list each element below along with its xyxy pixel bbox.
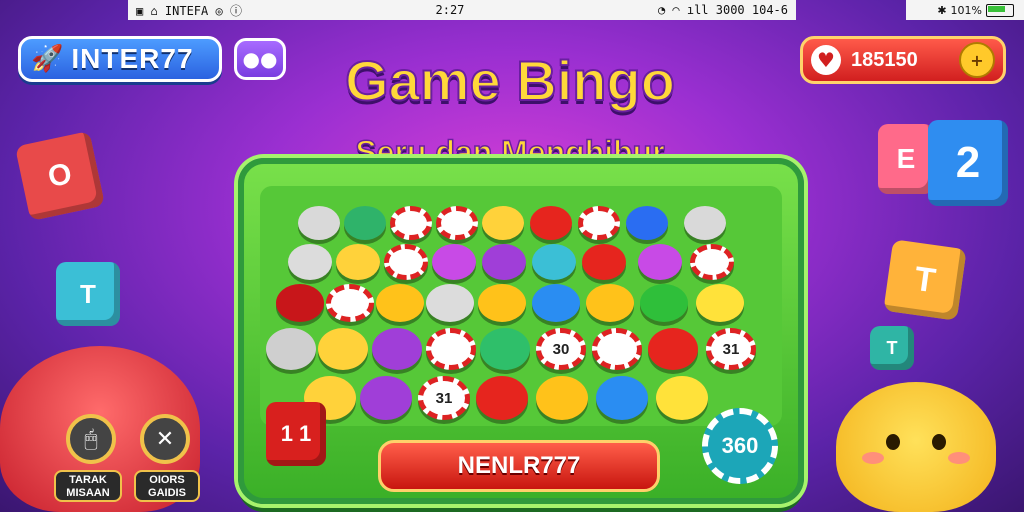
chip[interactable]: 30 [536, 328, 586, 370]
dice-left-mid: T [56, 262, 120, 326]
chip[interactable] [482, 244, 526, 280]
chip[interactable] [344, 206, 386, 240]
dice-right-small: T [870, 326, 914, 370]
chip[interactable] [638, 244, 682, 280]
dice-right-top: E [878, 124, 934, 194]
mouse-button[interactable]: 🖱 [66, 414, 116, 464]
chip[interactable] [326, 284, 374, 322]
chip-grid: 30 31 31 [260, 186, 782, 426]
chip[interactable] [648, 328, 698, 370]
chip[interactable] [360, 376, 412, 420]
tag-left[interactable]: TARAK MISAAN [54, 470, 122, 502]
mascot-cheek-right [948, 452, 970, 464]
brand-badge[interactable]: 🚀 INTER77 [18, 36, 222, 82]
chip[interactable] [532, 244, 576, 280]
coin-value: 185150 [851, 48, 918, 71]
chip[interactable] [318, 328, 368, 370]
dice-right-mid: T [883, 239, 967, 321]
chip[interactable]: 31 [706, 328, 756, 370]
chip[interactable] [436, 206, 478, 240]
bluetooth-icon: ✱ [937, 3, 947, 17]
chip[interactable] [372, 328, 422, 370]
chip[interactable] [586, 284, 634, 322]
chip[interactable] [684, 206, 726, 240]
chip[interactable] [690, 244, 734, 280]
chat-icon: ●● [242, 47, 278, 71]
chip[interactable] [478, 284, 526, 322]
chip[interactable] [480, 328, 530, 370]
chip[interactable] [626, 206, 668, 240]
chip[interactable] [530, 206, 572, 240]
score-chip: 360 [702, 408, 778, 484]
mascot-cheek-left [862, 452, 884, 464]
chip[interactable] [276, 284, 324, 322]
chip[interactable] [376, 284, 424, 322]
status-network: ◔ ◠ ıll 3000 104-6 [657, 3, 788, 17]
play-button[interactable]: NENLR777 [378, 440, 660, 492]
tag-right[interactable]: OIORS GAIDIS [134, 470, 200, 502]
heart-icon: ♥ [811, 45, 841, 75]
chat-button[interactable]: ●● [234, 38, 286, 80]
add-coins-button[interactable]: + [959, 42, 995, 78]
status-left: ▣ ⌂ INTEFA ◎ ⓘ [136, 3, 242, 18]
battery-percent: 101% [950, 3, 982, 17]
rocket-icon: 🚀 [31, 44, 64, 74]
chip[interactable] [536, 376, 588, 420]
chip[interactable] [482, 206, 524, 240]
chip[interactable] [640, 284, 688, 322]
chip[interactable] [592, 328, 642, 370]
chip[interactable]: 31 [418, 376, 470, 420]
close-button[interactable]: ✕ [140, 414, 190, 464]
status-time: 2:27 [435, 3, 465, 17]
chip[interactable] [656, 376, 708, 420]
status-bar: ▣ ⌂ INTEFA ◎ ⓘ 2:27 ◔ ◠ ıll 3000 104-6 [128, 0, 796, 20]
bingo-board: 30 31 31 1 1 NENLR777 360 [238, 158, 804, 504]
brand-name: INTER77 [71, 43, 194, 74]
chip[interactable] [298, 206, 340, 240]
chip[interactable] [336, 244, 380, 280]
chip[interactable] [476, 376, 528, 420]
chip[interactable] [596, 376, 648, 420]
chip[interactable] [432, 244, 476, 280]
game-title: Game Bingo [344, 48, 676, 113]
chip[interactable] [426, 284, 474, 322]
chip[interactable] [696, 284, 744, 322]
dice-right-big: 2 [928, 120, 1008, 206]
mascot-eye-right [932, 434, 946, 450]
dice-left-top: O [14, 130, 106, 222]
battery-icon [986, 3, 1014, 17]
chip[interactable] [578, 206, 620, 240]
chip[interactable] [288, 244, 332, 280]
chip[interactable] [390, 206, 432, 240]
chip[interactable] [426, 328, 476, 370]
pikachu-mascot [836, 382, 996, 512]
chip[interactable] [532, 284, 580, 322]
dice-board: 1 1 [266, 402, 326, 466]
status-bar-right: ✱ 101% [906, 0, 1024, 20]
mascot-eye-left [886, 434, 900, 450]
chip[interactable] [266, 328, 316, 370]
chip[interactable] [582, 244, 626, 280]
chip[interactable] [384, 244, 428, 280]
coin-balance[interactable]: ♥ 185150 + [800, 36, 1006, 84]
